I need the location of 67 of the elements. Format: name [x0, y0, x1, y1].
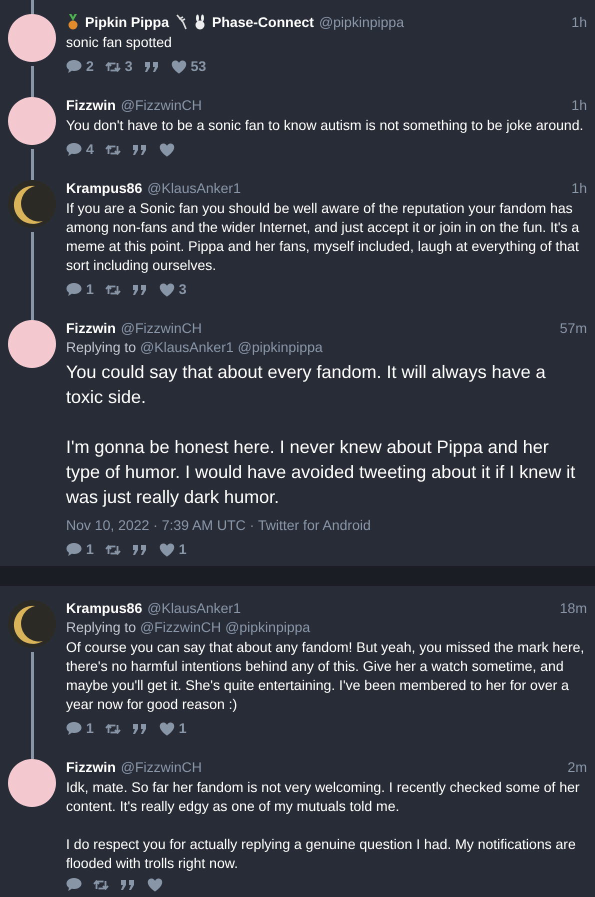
- heart-icon: [170, 58, 187, 74]
- replying-label: Replying to: [66, 338, 136, 357]
- username[interactable]: @FizzwinCH: [120, 757, 202, 777]
- timestamp[interactable]: 1h: [571, 12, 587, 32]
- mention-link[interactable]: @KlausAnker1: [140, 338, 234, 357]
- heart-icon: [158, 720, 175, 736]
- tweet-text: You could say that about every fandom. It will always have a toxic side. I'm gonna be honest here. I never knew about Pippa and her type of humor. I would have avoided tweeting about it if I knew it was just really dark humor.: [66, 361, 576, 509]
- username[interactable]: @pipkinpippa: [318, 12, 404, 32]
- avatar: [8, 14, 56, 62]
- heart-icon: [158, 142, 175, 158]
- tweet-text: Idk, mate. So far her fandom is not very welcoming. I recently checked some of her content. It's really edgy as one of my mutuals told me. I do respect you for actually replying a genuine question I had. My notifications are flooded with trolls right now.: [66, 778, 581, 873]
- medal-icon: [66, 14, 80, 30]
- display-name[interactable]: Fizzwin: [66, 95, 116, 115]
- like-button[interactable]: [158, 142, 175, 158]
- timestamp[interactable]: 1h: [571, 178, 587, 198]
- reply-button[interactable]: 1: [66, 539, 94, 560]
- comment-icon: [66, 720, 82, 736]
- timestamp[interactable]: 18m: [560, 598, 587, 618]
- username[interactable]: @KlausAnker1: [147, 598, 241, 618]
- like-button[interactable]: 1: [158, 539, 187, 560]
- tweet-text: If you are a Sonic fan you should be well aware of the reputation your fandom has among non-fans and the wider Internet, and just accept it or join in on the fun. It's a meme at this point. Pippa and her fans, myself included, laugh at everything of that sort including ourselves.: [66, 199, 580, 275]
- tweet-date: Nov 10, 2022 · 7:39 AM UTC · Twitter for Android: [66, 516, 372, 535]
- display-name[interactable]: Krampus86: [66, 178, 142, 198]
- username[interactable]: @KlausAnker1: [147, 178, 241, 198]
- avatar: [8, 759, 56, 807]
- timestamp[interactable]: 2m: [568, 757, 587, 777]
- rabbit-icon: [193, 14, 208, 30]
- display-name[interactable]: Fizzwin: [66, 757, 116, 777]
- mention-link[interactable]: @FizzwinCH: [140, 618, 222, 637]
- reply-button[interactable]: 1: [66, 718, 94, 739]
- tweet-text: Of course you can say that about any fandom! But yeah, you missed the mark here, there's no harmful intentions behind any of this. Give her a watch sometime, and maybe you'll get it. She's quite entertaining. I've been membered to her for over a year now for good reason :): [66, 638, 586, 714]
- comment-icon: [66, 877, 82, 893]
- quote-icon: [120, 877, 136, 893]
- display-name[interactable]: Pipkin Pippa: [85, 12, 170, 32]
- display-name[interactable]: Krampus86: [66, 598, 142, 618]
- avatar: [8, 97, 56, 145]
- like-button[interactable]: 1: [158, 718, 187, 739]
- reply-button[interactable]: 1: [66, 279, 94, 300]
- heart-icon: [158, 542, 175, 558]
- username[interactable]: @FizzwinCH: [120, 95, 202, 115]
- reply-button[interactable]: 4: [66, 139, 94, 160]
- reply-button[interactable]: [66, 877, 82, 893]
- heart-icon: [147, 877, 163, 893]
- like-button[interactable]: [147, 877, 163, 893]
- avatar: [8, 320, 56, 368]
- affiliation-name: Phase-Connect: [212, 13, 314, 32]
- username[interactable]: @FizzwinCH: [120, 318, 202, 338]
- replying-label: Replying to: [66, 618, 136, 637]
- retweet-button[interactable]: [93, 877, 109, 893]
- like-button[interactable]: 3: [158, 279, 187, 300]
- retweet-icon: [93, 877, 109, 893]
- timestamp[interactable]: 1h: [571, 95, 587, 115]
- timestamp[interactable]: 57m: [560, 318, 587, 338]
- comment-icon: [66, 142, 82, 158]
- comment-icon: [66, 58, 82, 74]
- mention-link[interactable]: @pipkinpippa: [225, 618, 310, 637]
- tweet-text: sonic fan spotted: [66, 33, 173, 52]
- retweet-button[interactable]: 3: [104, 56, 133, 77]
- tweet-text: You don't have to be a sonic fan to know autism is not something to be joke around.: [66, 116, 584, 135]
- comment-icon: [66, 542, 82, 558]
- reply-button[interactable]: 2: [66, 56, 94, 77]
- display-name[interactable]: Fizzwin: [66, 318, 116, 338]
- mention-link[interactable]: @pipkinpippa: [238, 338, 323, 357]
- like-button[interactable]: 53: [170, 56, 206, 77]
- quote-button[interactable]: [120, 877, 136, 893]
- heart-icon: [158, 282, 175, 298]
- comment-icon: [66, 282, 82, 298]
